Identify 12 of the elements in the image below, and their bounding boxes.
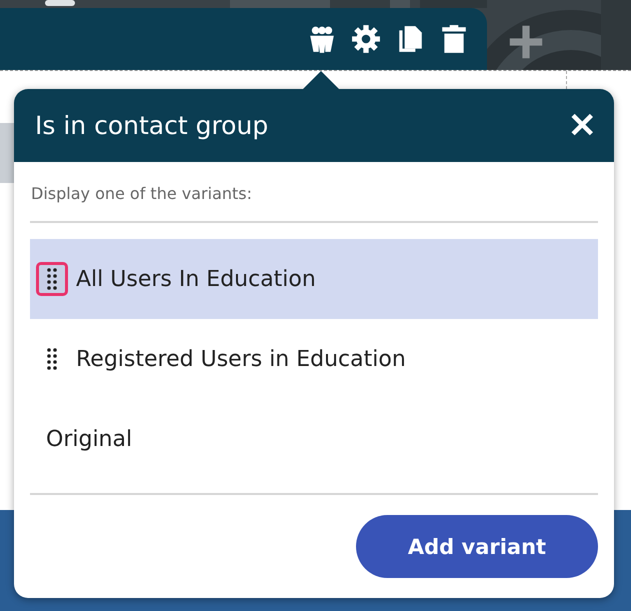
plus-icon[interactable] bbox=[508, 24, 544, 60]
add-variant-button[interactable]: Add variant bbox=[356, 515, 598, 578]
close-button[interactable]: ✕ bbox=[568, 108, 596, 142]
panel-edge bbox=[0, 123, 14, 183]
variant-item[interactable]: Original bbox=[30, 399, 598, 479]
variant-item[interactable]: Registered Users in Education bbox=[30, 319, 598, 399]
drag-handle[interactable] bbox=[36, 262, 68, 296]
dialog-title: Is in contact group bbox=[35, 111, 268, 140]
instruction-text: Display one of the variants: bbox=[31, 184, 254, 203]
settings-icon[interactable] bbox=[351, 24, 381, 54]
trash-icon[interactable] bbox=[439, 24, 469, 54]
variant-item[interactable]: All Users In Education bbox=[30, 239, 598, 319]
